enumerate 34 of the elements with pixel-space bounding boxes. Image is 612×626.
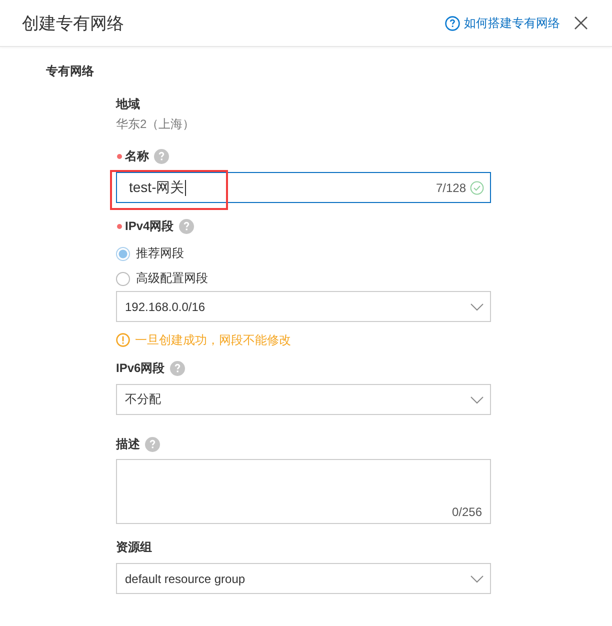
help-icon[interactable] [170, 360, 185, 376]
section-title: 专有网络 [46, 63, 95, 80]
help-icon [445, 16, 460, 30]
select-dropdown[interactable]: 不分配 [116, 384, 491, 415]
field-label: 名称 [125, 148, 149, 164]
help-icon[interactable] [154, 148, 169, 164]
chevron-down-icon [470, 302, 484, 310]
radio-button[interactable] [116, 246, 130, 260]
close-icon[interactable] [574, 16, 588, 30]
help-link[interactable]: 如何搭建专有网络 [445, 14, 560, 32]
radio-label[interactable]: 推荐网段 [136, 245, 184, 262]
field-label: 描述 [116, 436, 140, 452]
panel-title: 创建专有网络 [22, 12, 125, 34]
required-dot [117, 154, 122, 158]
select-dropdown[interactable]: 192.168.0.0/16 [116, 291, 491, 322]
field-label: IPv6网段 [116, 360, 165, 376]
char-counter: 7/128 [436, 180, 466, 194]
field-label: IPv4网段 [125, 218, 174, 234]
text-input[interactable]: test-网关 7/128 [116, 172, 491, 203]
description-textarea[interactable]: 0/256 [116, 459, 491, 524]
select-dropdown[interactable]: default resource group [116, 563, 491, 594]
chevron-down-icon [470, 396, 484, 404]
warning-icon [116, 333, 130, 347]
char-counter: 0/256 [452, 505, 482, 519]
required-dot [117, 224, 122, 228]
radio-button[interactable] [116, 272, 130, 286]
field-label: 资源组 [116, 538, 152, 556]
field-label: 地域 [116, 96, 140, 112]
help-icon[interactable] [178, 218, 194, 234]
help-icon[interactable] [145, 436, 160, 452]
chevron-down-icon [470, 574, 484, 582]
warning-text: 一旦创建成功，网段不能修改 [135, 332, 291, 348]
radio-label[interactable]: 高级配置网段 [136, 270, 208, 287]
field-value: 华东2（上海） [116, 116, 196, 133]
